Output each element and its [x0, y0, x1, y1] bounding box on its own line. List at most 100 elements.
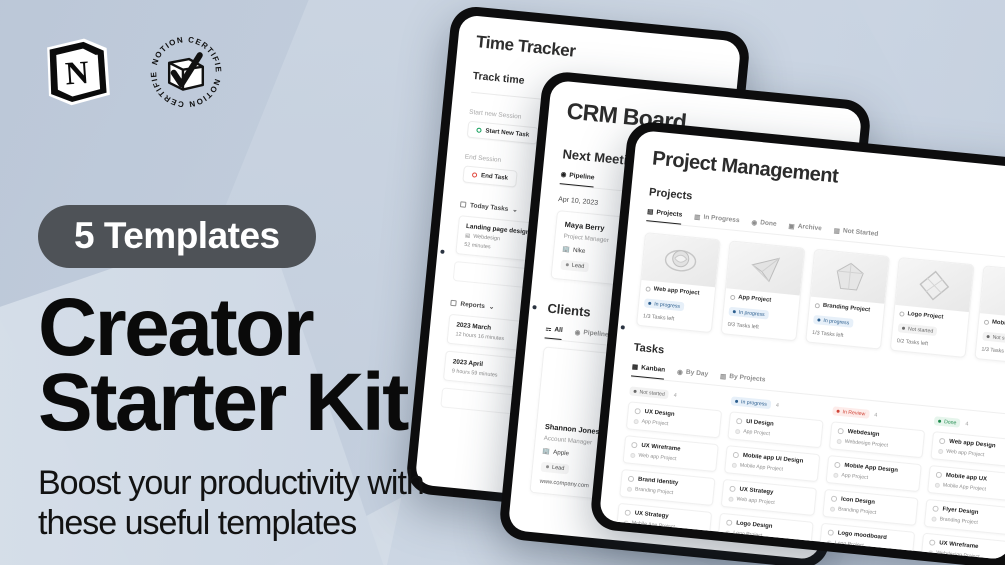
tab-icon: ▥ [693, 213, 701, 221]
kanban-card[interactable]: UX Design App Project [625, 401, 723, 439]
status-dot-icon [937, 419, 942, 423]
checkbox-circle-icon[interactable] [729, 485, 736, 493]
tab-all[interactable]: ⚎ All [544, 324, 564, 341]
tab-by-day[interactable]: ◉ By Day [676, 367, 709, 384]
tab-by-projects[interactable]: ▥ By Projects [719, 371, 766, 389]
tab-icon: ◉ [751, 218, 758, 227]
target-icon: ◉ [574, 328, 581, 337]
kanban-card[interactable]: Icon Design Branding Project [822, 488, 919, 526]
start-new-task-button[interactable]: Start New Task [466, 120, 539, 145]
checkbox-circle-icon[interactable] [837, 427, 844, 435]
checkbox-circle-icon[interactable] [827, 529, 835, 536]
column-status-badge: Not started [629, 386, 670, 400]
project-icon [730, 294, 736, 300]
client-tag: Lead [540, 461, 570, 474]
checkbox-circle-icon[interactable] [834, 461, 841, 469]
kanban-column: Done 4 Web app Design Web app Project Mobile… [920, 416, 1005, 561]
tasks-left: 1/3 Tasks left [642, 313, 675, 323]
kanban-card[interactable]: Mobile app UX Mobile App Project [927, 464, 1005, 503]
project-card[interactable]: Web app Project In progress 1/3 Tasks left [635, 232, 721, 334]
kanban-board: Not started 4 UX Design App Project UX Wiref… [615, 386, 1005, 561]
project-name: Web app Project [645, 285, 709, 297]
kanban-card[interactable]: Mobile App Design App Project [825, 455, 922, 493]
checkbox-circle-icon[interactable] [735, 417, 743, 425]
checkbox-circle-icon[interactable] [732, 451, 740, 459]
column-status-badge: Done [933, 416, 961, 428]
tab-label: By Day [685, 368, 709, 378]
tab-archive[interactable]: ▣ Archive [788, 221, 823, 238]
column-status-badge: In Review [832, 406, 870, 419]
kanban-card[interactable]: UX Wireframe Web app Project [622, 435, 719, 473]
tasks-left: 0/2 Tasks left [896, 338, 929, 348]
project-icon [645, 285, 651, 292]
contact-tag: Lead [560, 259, 590, 272]
status-dot-icon [734, 399, 739, 403]
column-status-badge: In progress [730, 396, 772, 410]
headline-line-2: Starter Kit [38, 357, 409, 449]
tab-pipeline[interactable]: ◉ Pipeline [559, 170, 595, 188]
subtitle-line-1: Boost your productivity with [38, 463, 425, 502]
column-count: 4 [775, 402, 780, 409]
tab-pipeline[interactable]: ◉ Pipeline [574, 327, 609, 344]
building-icon: 🏢 [561, 245, 571, 254]
kanban-card[interactable]: Mobile app UI Design Mobile App Project [724, 445, 821, 483]
start-new-task-label: Start New Task [485, 127, 530, 139]
project-icon [623, 519, 629, 526]
kanban-column: Not started 4 UX Design App Project UX Wiref… [615, 386, 724, 540]
tab-kanban[interactable]: ▦ Kanban [631, 362, 666, 380]
kanban-card[interactable]: Web app Design Web app Project [930, 431, 1005, 469]
project-card[interactable]: App Project In progress 0/3 Tasks left [720, 240, 806, 342]
checkbox-circle-icon[interactable] [627, 475, 635, 483]
column-count: 4 [873, 411, 878, 419]
checkbox-circle-icon[interactable] [631, 441, 638, 449]
checkbox-circle-icon[interactable] [634, 407, 641, 415]
project-name: App Project [730, 294, 794, 306]
status-badge: In progress [813, 314, 854, 328]
notion-logo: N [47, 38, 110, 106]
play-circle-icon [476, 127, 482, 133]
checkbox-circle-icon[interactable] [928, 539, 936, 546]
column-count: 4 [965, 420, 969, 428]
status-dot-icon [545, 465, 550, 469]
kanban-column: In Review 4 Webdesign Webdesign Project Mobi… [818, 406, 927, 560]
project-icon [725, 529, 731, 536]
status-dot-icon [633, 389, 637, 394]
tab-done[interactable]: ◉ Done [751, 217, 777, 233]
checkbox-circle-icon[interactable] [830, 495, 838, 503]
checkbox-circle-icon[interactable] [932, 505, 939, 513]
project-thumbnail [895, 258, 974, 313]
status-badge: Not started [897, 323, 938, 337]
project-card[interactable]: Logo Project Not started 0/2 Tasks left [889, 256, 975, 358]
project-thumbnail [979, 266, 1005, 321]
project-icon [829, 505, 836, 512]
tab-not-started[interactable]: ▥ Not Started [833, 226, 879, 244]
tab-label: Archive [797, 222, 823, 233]
project-icon [836, 438, 842, 444]
tab-icon: ▣ [788, 222, 796, 231]
tab-in-progress[interactable]: ▥ In Progress [693, 212, 740, 230]
checkbox-circle-icon[interactable] [935, 471, 943, 479]
kanban-card[interactable]: Flyer Design Branding Project [923, 498, 1005, 536]
kanban-card[interactable]: UX Wireframe Webdesign Project [920, 532, 1005, 561]
tablet-project-management: Project Management Projects ▤ Projects ▥ In… [589, 119, 1005, 565]
checkbox-circle-icon[interactable] [725, 519, 733, 526]
status-badge: In progress [728, 306, 770, 320]
checkbox-circle-icon[interactable] [938, 437, 946, 445]
project-card[interactable]: Mobile App ProjectNot started1/3 Tasks l… [974, 265, 1005, 367]
project-icon [731, 462, 738, 468]
checkbox-circle-icon[interactable] [624, 509, 631, 517]
kanban-card[interactable]: UI Design App Project [727, 411, 824, 449]
subtitle-line-2: these useful templates [38, 503, 357, 542]
project-card[interactable]: Branding Project In progress 1/3 Tasks lef… [805, 248, 890, 350]
column-count: 4 [673, 392, 678, 399]
svg-text:N: N [64, 55, 90, 93]
tab-label: By Projects [728, 373, 766, 384]
kanban-card[interactable]: Brand Identity Branding Project [619, 468, 716, 507]
kanban-card[interactable]: Webdesign Webdesign Project [828, 421, 926, 459]
kanban-card[interactable]: UX Strategy Web app Project [720, 478, 818, 516]
tab-projects[interactable]: ▤ Projects [646, 207, 683, 225]
project-thumbnail [726, 241, 805, 296]
status-dot-icon [565, 263, 569, 267]
hero-copy: 5 Templates Creator Starter Kit Boost yo… [38, 205, 518, 543]
end-task-button[interactable]: End Task [462, 165, 518, 188]
